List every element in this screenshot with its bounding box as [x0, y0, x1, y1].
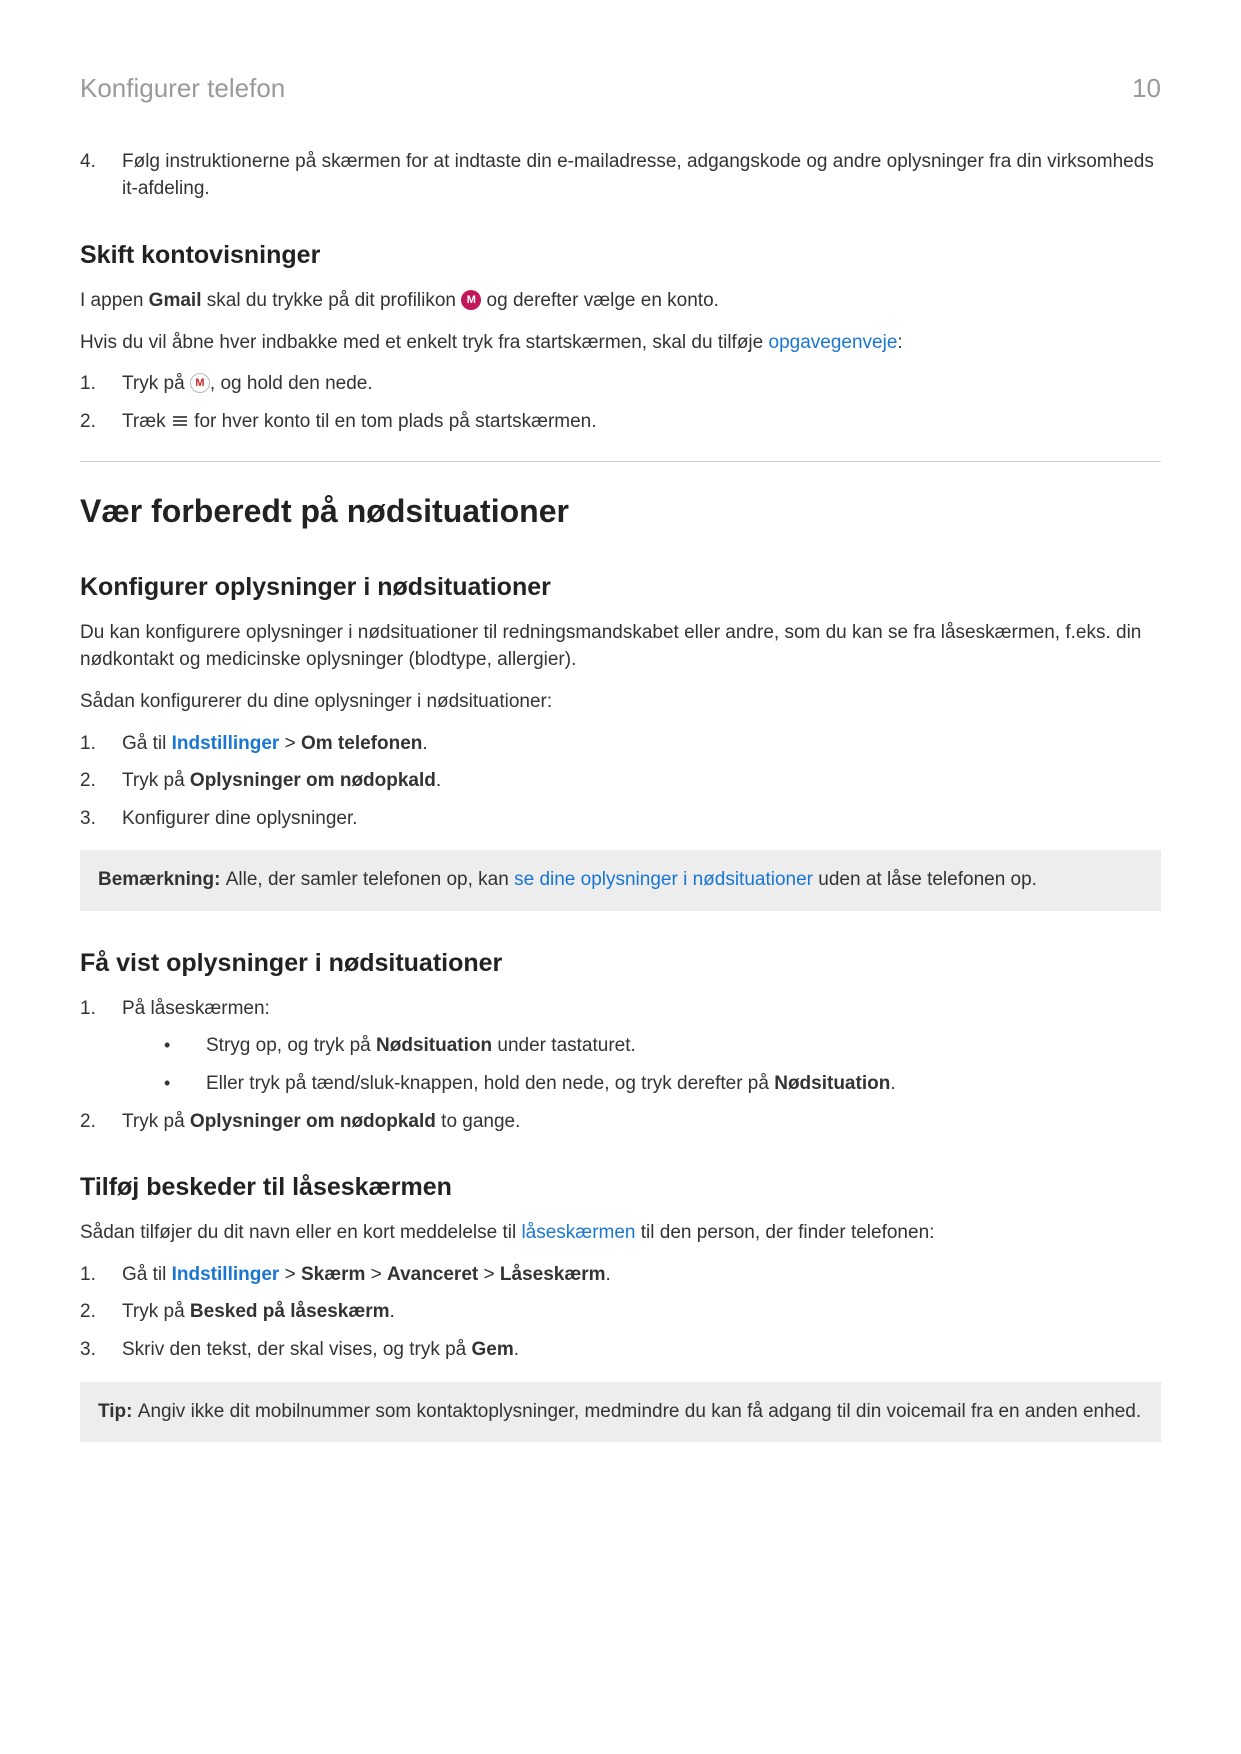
list-number: 1.: [80, 995, 110, 1023]
list-text: Følg instruktionerne på skærmen for at i…: [122, 151, 1154, 200]
link-settings[interactable]: Indstillinger: [172, 1264, 280, 1285]
bullet-item: Stryg op, og tryk på Nødsituation under …: [122, 1032, 1161, 1060]
nav-about-phone: Om telefonen: [301, 733, 422, 754]
label-emergency-info: Oplysninger om nødopkald: [190, 1111, 436, 1132]
list-number: 4.: [80, 148, 110, 176]
heading-switch-account-views: Skift kontovisninger: [80, 237, 1161, 273]
label-save: Gem: [472, 1339, 514, 1360]
paragraph: Hvis du vil åbne hver indbakke med et en…: [80, 329, 1161, 357]
list-item: 1. Gå til Indstillinger > Skærm > Avance…: [80, 1261, 1161, 1289]
list-number: 1.: [80, 370, 110, 398]
list-item: 2. Tryk på Oplysninger om nødopkald.: [80, 767, 1161, 795]
list-number: 3.: [80, 1336, 110, 1364]
list-number: 3.: [80, 805, 110, 833]
label-emergency: Nødsituation: [774, 1073, 890, 1094]
list-item: 1. Gå til Indstillinger > Om telefonen.: [80, 730, 1161, 758]
link-lockscreen[interactable]: låseskærmen: [521, 1222, 635, 1243]
nav-display: Skærm: [301, 1264, 365, 1285]
list-number: 2.: [80, 767, 110, 795]
list-item: 2. Træk for hver konto til en tom plads …: [80, 408, 1161, 436]
page-header-title: Konfigurer telefon: [80, 70, 285, 108]
gmail-icon: M: [190, 373, 210, 393]
nav-lockscreen: Låseskærm: [500, 1264, 606, 1285]
ordered-list: 1. Gå til Indstillinger > Om telefonen. …: [80, 730, 1161, 833]
app-name-gmail: Gmail: [149, 290, 202, 311]
label-lockscreen-message: Besked på låseskærm: [190, 1301, 390, 1322]
list-item: 2. Tryk på Besked på låseskærm.: [80, 1298, 1161, 1326]
tip-label: Tip:: [98, 1401, 138, 1422]
note-box: Bemærkning: Alle, der samler telefonen o…: [80, 850, 1161, 911]
prev-list-continuation: 4. Følg instruktionerne på skærmen for a…: [80, 148, 1161, 203]
list-item: 1. På låseskærmen: Stryg op, og tryk på …: [80, 995, 1161, 1098]
list-number: 1.: [80, 730, 110, 758]
list-item: 3. Konfigurer dine oplysninger.: [80, 805, 1161, 833]
list-number: 2.: [80, 1298, 110, 1326]
ordered-list: 1. Gå til Indstillinger > Skærm > Avance…: [80, 1261, 1161, 1364]
list-item: 2. Tryk på Oplysninger om nødopkald to g…: [80, 1108, 1161, 1136]
tip-box: Tip: Angiv ikke dit mobilnummer som kont…: [80, 1382, 1161, 1443]
list-item: 1. Tryk på M, og hold den nede.: [80, 370, 1161, 398]
ordered-list: 1. Tryk på M, og hold den nede. 2. Træk …: [80, 370, 1161, 435]
heading-be-prepared-emergency: Vær forberedt på nødsituationer: [80, 488, 1161, 534]
paragraph: Sådan tilføjer du dit navn eller en kort…: [80, 1219, 1161, 1247]
nav-advanced: Avanceret: [387, 1264, 478, 1285]
paragraph: Sådan konfigurerer du dine oplysninger i…: [80, 688, 1161, 716]
page-header: Konfigurer telefon 10: [80, 70, 1161, 108]
heading-view-emergency-info: Få vist oplysninger i nødsituationer: [80, 945, 1161, 981]
bullet-list: Stryg op, og tryk på Nødsituation under …: [122, 1032, 1161, 1097]
list-number: 1.: [80, 1261, 110, 1289]
heading-configure-emergency-info: Konfigurer oplysninger i nødsituationer: [80, 569, 1161, 605]
list-item: 3. Skriv den tekst, der skal vises, og t…: [80, 1336, 1161, 1364]
paragraph: Du kan konfigurere oplysninger i nødsitu…: [80, 619, 1161, 674]
label-emergency-info: Oplysninger om nødopkald: [190, 770, 436, 791]
list-number: 2.: [80, 1108, 110, 1136]
list-item: 4. Følg instruktionerne på skærmen for a…: [80, 148, 1161, 203]
bullet-item: Eller tryk på tænd/sluk-knappen, hold de…: [122, 1070, 1161, 1098]
ordered-list: 1. På låseskærmen: Stryg op, og tryk på …: [80, 995, 1161, 1135]
list-number: 2.: [80, 408, 110, 436]
page-number: 10: [1132, 70, 1161, 108]
paragraph: I appen Gmail skal du trykke på dit prof…: [80, 287, 1161, 315]
link-see-emergency-info[interactable]: se dine oplysninger i nødsituationer: [514, 869, 813, 890]
link-shortcuts[interactable]: opgavegenveje: [769, 332, 898, 353]
heading-add-lockscreen-messages: Tilføj beskeder til låseskærmen: [80, 1169, 1161, 1205]
profile-icon: M: [461, 290, 481, 310]
note-label: Bemærkning:: [98, 869, 226, 890]
link-settings[interactable]: Indstillinger: [172, 733, 280, 754]
label-emergency: Nødsituation: [376, 1035, 492, 1056]
drag-handle-icon: [173, 420, 187, 422]
divider: [80, 461, 1161, 462]
